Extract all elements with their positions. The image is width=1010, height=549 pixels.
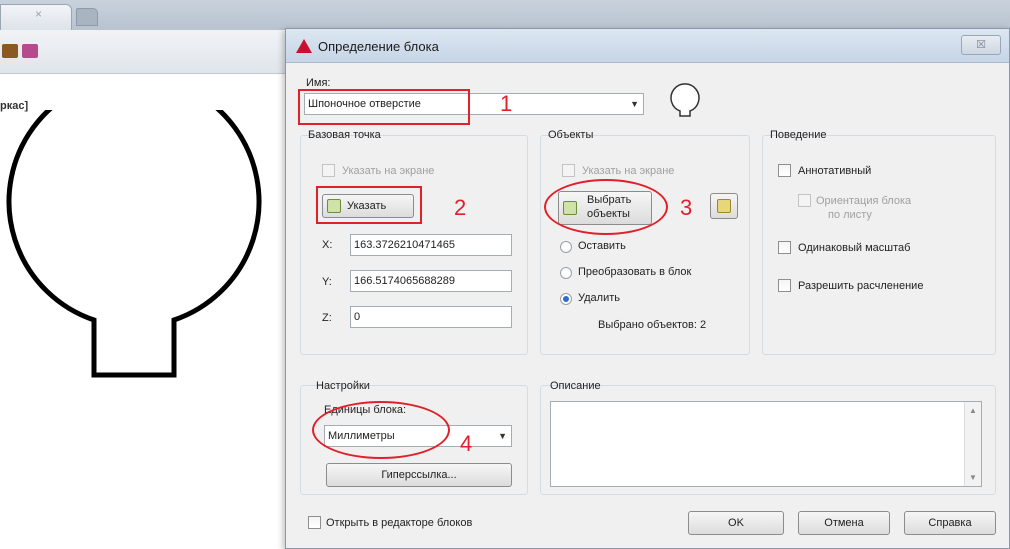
block-preview-icon	[670, 83, 700, 117]
quick-select-button[interactable]	[710, 193, 738, 219]
cancel-button[interactable]: Отмена	[798, 511, 890, 535]
close-button[interactable]: ☒	[961, 35, 1001, 55]
allow-explode-checkbox[interactable]	[778, 279, 791, 292]
dialog-title: Определение блока	[318, 39, 439, 54]
settings-title: Настройки	[316, 380, 370, 392]
chevron-down-icon: ▼	[630, 99, 639, 109]
retain-radio[interactable]	[560, 241, 572, 253]
base-pick-on-screen-checkbox[interactable]	[322, 164, 335, 177]
uniform-scale-label: Одинаковый масштаб	[798, 242, 911, 254]
annotation-ellipse-4	[312, 401, 450, 459]
name-label: Имя:	[306, 77, 331, 89]
delete-radio[interactable]	[560, 293, 572, 305]
help-button[interactable]: Справка	[904, 511, 996, 535]
keyhole-shape	[6, 110, 262, 378]
drawing-canvas[interactable]	[0, 110, 280, 410]
orientation-label-2: по листу	[828, 209, 872, 221]
objects-title: Объекты	[548, 129, 594, 141]
annotation-number-3: 3	[680, 195, 693, 220]
annotative-checkbox[interactable]	[778, 164, 791, 177]
chevron-down-icon: ▼	[498, 431, 507, 441]
dialog-titlebar[interactable]: Определение блока ☒	[286, 29, 1009, 63]
base-point-title: Базовая точка	[308, 129, 381, 141]
allow-explode-label: Разрешить расчленение	[798, 280, 924, 292]
drawing-tab[interactable]: ×	[0, 4, 72, 30]
toolbar-icon-2[interactable]	[22, 44, 38, 58]
x-label: X:	[322, 239, 333, 251]
orientation-checkbox[interactable]	[798, 194, 811, 207]
y-coordinate-input[interactable]: 166.5174065688289	[350, 270, 512, 292]
scroll-up-icon[interactable]: ▲	[969, 406, 977, 415]
annotation-ellipse-3	[544, 179, 668, 235]
uniform-scale-checkbox[interactable]	[778, 241, 791, 254]
base-pick-on-screen-label: Указать на экране	[342, 165, 435, 177]
close-icon: ☒	[976, 39, 986, 51]
y-label: Y:	[322, 276, 332, 288]
z-coordinate-input[interactable]: 0	[350, 306, 512, 328]
open-in-editor-checkbox[interactable]	[308, 516, 321, 529]
toolbar-icon-1[interactable]	[2, 44, 18, 58]
quick-select-icon	[717, 199, 731, 213]
annotation-number-4: 4	[460, 431, 473, 456]
convert-label: Преобразовать в блок	[578, 266, 692, 278]
x-coordinate-input[interactable]: 163.3726210471465	[350, 234, 512, 256]
open-in-editor-label: Открыть в редакторе блоков	[326, 517, 473, 529]
annotation-box-2	[316, 186, 422, 224]
tab-close-icon[interactable]: ×	[35, 7, 42, 21]
ok-button[interactable]: OK	[688, 511, 784, 535]
convert-radio[interactable]	[560, 267, 572, 279]
description-scrollbar[interactable]: ▲ ▼	[964, 402, 981, 486]
app-toolbar	[0, 30, 285, 74]
autocad-logo-icon	[296, 39, 312, 53]
delete-label: Удалить	[578, 292, 620, 304]
z-label: Z:	[322, 312, 332, 324]
annotation-number-2: 2	[454, 195, 467, 220]
objects-pick-on-screen-checkbox[interactable]	[562, 164, 575, 177]
description-textarea[interactable]: ▲ ▼	[550, 401, 982, 487]
new-tab-icon[interactable]	[76, 8, 98, 26]
description-title: Описание	[550, 380, 601, 392]
retain-label: Оставить	[578, 240, 626, 252]
annotation-number-1: 1	[500, 91, 513, 116]
hyperlink-button[interactable]: Гиперссылка...	[326, 463, 512, 487]
orientation-label-1: Ориентация блока	[816, 195, 912, 207]
block-definition-dialog: Определение блока ☒ Имя: Шпоночное отвер…	[285, 28, 1010, 549]
annotation-box-1	[298, 89, 470, 125]
selected-count: Выбрано объектов: 2	[598, 319, 707, 331]
behavior-title: Поведение	[770, 129, 827, 141]
scroll-down-icon[interactable]: ▼	[969, 473, 977, 482]
objects-pick-on-screen-label: Указать на экране	[582, 165, 675, 177]
app-tab-bar: ×	[0, 0, 1010, 30]
annotative-label: Аннотативный	[798, 165, 872, 177]
